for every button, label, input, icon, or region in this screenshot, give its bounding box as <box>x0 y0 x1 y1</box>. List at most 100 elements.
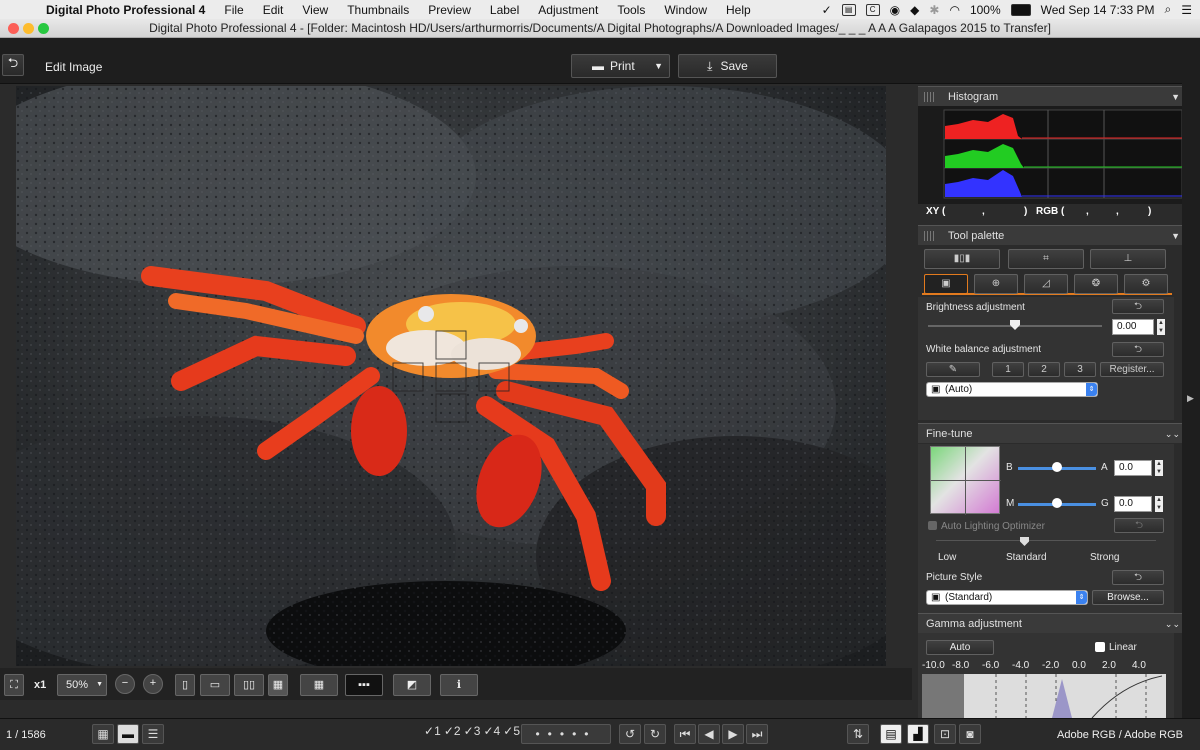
tab-stamp[interactable]: ⊥ <box>1090 249 1166 269</box>
brightness-reset-button[interactable]: ⮌ <box>1112 299 1164 314</box>
gamma-header[interactable]: Gamma adjustment ⌄⌄ <box>918 613 1188 633</box>
dropbox-icon[interactable]: ◆ <box>910 3 919 17</box>
tool-palette-header[interactable]: Tool palette ▼ <box>918 225 1188 245</box>
check-icon[interactable]: ✓ <box>822 3 832 17</box>
gamma-graph[interactable] <box>922 674 1166 718</box>
first-image-button[interactable]: ⏮ <box>674 724 696 744</box>
g-stepper[interactable]: ▲ ▼ <box>1155 496 1163 512</box>
zoom-out-button[interactable]: − <box>115 674 135 694</box>
menu-app-name[interactable]: Digital Photo Professional 4 <box>46 3 205 17</box>
chevron-down-icon[interactable]: ▼ <box>1171 87 1180 107</box>
notification-center-icon[interactable]: ☰ <box>1181 3 1192 17</box>
menu-file[interactable]: File <box>224 3 243 17</box>
tab-basic-adjust[interactable]: ▮▯▮ <box>924 249 1000 269</box>
view-thumbnails-button[interactable]: ▦ <box>92 724 114 744</box>
picture-style-reset-button[interactable]: ⮌ <box>1112 570 1164 585</box>
tab-crop[interactable]: ⌗ <box>1008 249 1084 269</box>
histogram-header[interactable]: Histogram ▼ <box>918 86 1188 106</box>
view-list-button[interactable]: ☰ <box>142 724 164 744</box>
clipboard-icon[interactable]: ▤ <box>841 3 856 16</box>
brightness-value-field[interactable]: 0.00 <box>1112 319 1154 335</box>
layout-single-button[interactable]: ▯ <box>175 674 195 696</box>
chevron-down-icon[interactable]: ▼ <box>1171 226 1180 246</box>
check-mark-3[interactable]: ✓3 <box>464 724 481 744</box>
close-window-button[interactable] <box>8 23 19 34</box>
alo-checkbox[interactable] <box>928 521 937 530</box>
search-icon[interactable]: ⌕ <box>1165 2 1172 17</box>
bluetooth-icon[interactable]: ✱ <box>929 3 939 17</box>
alo-reset-button[interactable]: ⮌ <box>1114 518 1164 533</box>
battery-icon[interactable] <box>1010 3 1031 16</box>
subtab-brightness[interactable]: ▣ <box>924 274 968 294</box>
wb-reset-button[interactable]: ⮌ <box>1112 342 1164 357</box>
rotate-right-button[interactable]: ↻ <box>644 724 666 744</box>
menu-label[interactable]: Label <box>490 3 519 17</box>
photo-preview[interactable] <box>16 86 886 666</box>
wifi-icon[interactable]: ◠ <box>949 3 959 17</box>
chevron-down-icon[interactable]: ▼ <box>654 61 663 71</box>
rotate-left-button[interactable]: ↺ <box>619 724 641 744</box>
menu-adjustment[interactable]: Adjustment <box>538 3 598 17</box>
wb-preset-1[interactable]: 1 <box>992 362 1024 377</box>
last-image-button[interactable]: ⏭ <box>746 724 768 744</box>
menu-tools[interactable]: Tools <box>617 3 645 17</box>
highlight-warning-button[interactable]: ◩ <box>393 674 431 696</box>
panel-toggle-2[interactable]: ▟ <box>907 724 929 744</box>
g-value-field[interactable]: 0.0 <box>1114 496 1152 512</box>
minimize-window-button[interactable] <box>23 23 34 34</box>
ba-slider-thumb[interactable] <box>1052 462 1062 472</box>
brightness-stepper[interactable]: ▲ ▼ <box>1157 319 1165 335</box>
grid-button[interactable]: ▦ <box>300 674 338 696</box>
a-value-field[interactable]: 0.0 <box>1114 460 1152 476</box>
double-chevron-icon[interactable]: ⌄⌄ <box>1165 424 1180 444</box>
camera-button[interactable]: ◙ <box>959 724 981 744</box>
wb-select[interactable]: ▣ (Auto) ⇕ <box>926 382 1098 397</box>
zoom-select[interactable]: 50% ▼ <box>57 674 107 696</box>
palette-toggle-button[interactable]: ⇅ <box>847 724 869 744</box>
sync-view-button[interactable]: ▦ <box>268 674 288 696</box>
zoom-window-button[interactable] <box>38 23 49 34</box>
a-stepper[interactable]: ▲ ▼ <box>1155 460 1163 476</box>
layout-compare-button[interactable]: ▭ <box>200 674 230 696</box>
c-app-icon[interactable]: C <box>865 3 880 16</box>
double-chevron-icon[interactable]: ⌄⌄ <box>1165 614 1180 634</box>
view-edit-button[interactable]: ▬ <box>117 724 139 744</box>
menu-thumbnails[interactable]: Thumbnails <box>347 3 409 17</box>
gamma-auto-button[interactable]: Auto <box>926 640 994 655</box>
wb-register-button[interactable]: Register... <box>1100 362 1164 377</box>
mg-slider-thumb[interactable] <box>1052 498 1062 508</box>
color-grid-picker[interactable] <box>930 446 1001 515</box>
check-mark-5[interactable]: ✓5 <box>503 724 520 744</box>
clock[interactable]: Wed Sep 14 7:33 PM <box>1041 3 1155 17</box>
save-button[interactable]: ⤓ Save <box>678 54 777 78</box>
panel-toggle-1[interactable]: ▤ <box>880 724 902 744</box>
wb-eyedropper-button[interactable]: ✎ <box>926 362 980 377</box>
menu-edit[interactable]: Edit <box>263 3 284 17</box>
browse-button[interactable]: Browse... <box>1092 590 1164 605</box>
menu-preview[interactable]: Preview <box>428 3 471 17</box>
subtab-settings[interactable]: ⚙ <box>1124 274 1168 294</box>
next-image-button[interactable]: ▶ <box>722 724 744 744</box>
info-button[interactable]: ℹ <box>440 674 478 696</box>
panel-toggle-3[interactable]: ⊡ <box>934 724 956 744</box>
drag-handle-icon[interactable] <box>924 92 934 102</box>
alo-slider[interactable] <box>936 540 1156 541</box>
zoom-x1-button[interactable]: x1 <box>34 679 46 691</box>
picture-style-select[interactable]: ▣ (Standard) ⇕ <box>926 590 1088 605</box>
check-mark-2[interactable]: ✓2 <box>444 724 461 744</box>
menu-help[interactable]: Help <box>726 3 751 17</box>
wb-preset-3[interactable]: 3 <box>1064 362 1096 377</box>
menu-view[interactable]: View <box>302 3 328 17</box>
check-mark-1[interactable]: ✓1 <box>424 724 441 744</box>
subtab-color[interactable]: ❂ <box>1074 274 1118 294</box>
check-mark-4[interactable]: ✓4 <box>483 724 500 744</box>
menu-window[interactable]: Window <box>664 3 707 17</box>
linear-checkbox[interactable] <box>1095 642 1105 652</box>
back-button[interactable]: ⮌ <box>2 54 24 76</box>
fit-to-window-button[interactable]: ⛶ <box>4 674 24 696</box>
layout-split-button[interactable]: ▯▯ <box>234 674 264 696</box>
prev-image-button[interactable]: ◀ <box>698 724 720 744</box>
af-points-button[interactable]: ▪▪▪ <box>345 674 383 696</box>
star-rating[interactable]: ••••• <box>521 724 611 744</box>
subtab-detail[interactable]: ⊕ <box>974 274 1018 294</box>
